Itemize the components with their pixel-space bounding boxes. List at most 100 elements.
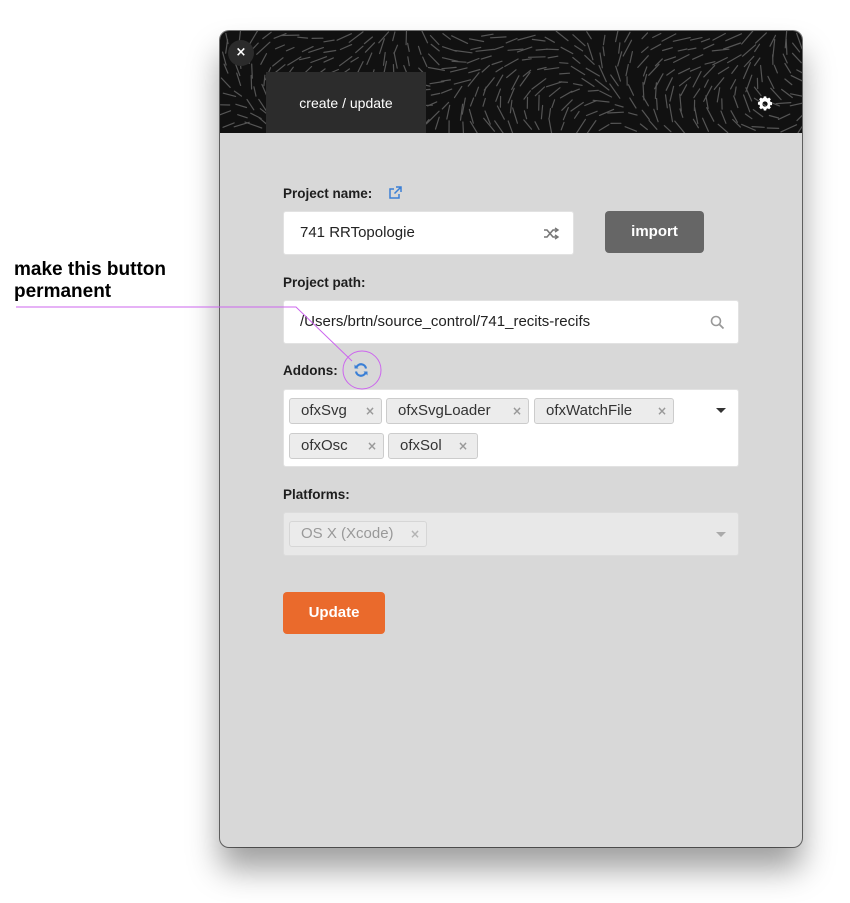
addon-tag: ofxSol × — [388, 433, 478, 459]
pattern-stroke — [260, 53, 268, 65]
pattern-stroke — [796, 114, 802, 122]
pattern-stroke — [653, 108, 659, 123]
pattern-stroke — [713, 77, 725, 91]
pattern-stroke — [624, 31, 631, 43]
addons-select[interactable]: ofxSvg × ofxSvgLoader × ofxWatchFile × ofxO… — [283, 389, 739, 467]
pattern-stroke — [592, 99, 610, 103]
pattern-stroke — [490, 36, 507, 39]
pattern-stroke — [453, 85, 463, 99]
pattern-stroke — [540, 104, 544, 120]
pattern-stroke — [407, 56, 410, 67]
tab-create-update[interactable]: create / update — [266, 72, 426, 133]
refresh-icon[interactable] — [353, 362, 369, 378]
pattern-stroke — [297, 36, 309, 39]
pattern-stroke — [555, 31, 569, 42]
pattern-stroke — [407, 42, 410, 52]
pattern-stroke — [338, 56, 353, 67]
platforms-label: Platforms: — [283, 487, 350, 502]
pattern-stroke — [475, 48, 495, 52]
pattern-stroke — [323, 49, 337, 53]
pattern-stroke — [451, 35, 469, 44]
addon-tag: ofxSvg × — [289, 398, 382, 424]
pattern-stroke — [723, 42, 742, 50]
project-path-label: Project path: — [283, 275, 366, 290]
pattern-stroke — [570, 88, 580, 93]
import-button[interactable]: import — [605, 211, 704, 253]
external-link-icon[interactable] — [388, 186, 402, 200]
search-icon[interactable] — [710, 315, 725, 330]
pattern-stroke — [689, 66, 701, 72]
remove-tag-icon[interactable]: × — [365, 399, 375, 423]
pattern-stroke — [669, 85, 675, 102]
pattern-stroke — [780, 124, 798, 133]
pattern-stroke — [446, 104, 451, 120]
pattern-stroke — [610, 74, 619, 87]
remove-tag-icon[interactable]: × — [367, 434, 377, 458]
gear-icon[interactable] — [756, 95, 774, 113]
pattern-stroke — [678, 76, 691, 87]
project-name-input[interactable]: 741 RRTopologie — [283, 211, 574, 255]
pattern-stroke — [548, 107, 552, 119]
pattern-stroke — [323, 57, 334, 63]
pattern-stroke — [507, 120, 514, 133]
pattern-stroke — [768, 114, 780, 119]
update-button[interactable]: Update — [283, 592, 385, 634]
pattern-stroke — [789, 102, 802, 107]
pattern-stroke — [248, 31, 259, 45]
pattern-stroke — [560, 46, 574, 55]
app-window: × create / update Project name: 741 RRTo… — [220, 31, 802, 847]
remove-tag-icon[interactable]: × — [458, 434, 468, 458]
pattern-stroke — [480, 55, 492, 60]
pattern-stroke — [585, 67, 600, 77]
pattern-stroke — [629, 51, 633, 64]
pattern-stroke — [440, 79, 451, 82]
pattern-stroke — [584, 100, 597, 107]
pattern-stroke — [308, 47, 325, 53]
pattern-stroke — [543, 67, 560, 71]
pattern-stroke — [559, 72, 571, 75]
pattern-stroke — [441, 57, 459, 62]
pattern-stroke — [628, 112, 638, 116]
pattern-stroke — [521, 58, 532, 61]
pattern-stroke — [429, 34, 440, 46]
pattern-stroke — [570, 101, 584, 112]
pattern-stroke — [442, 32, 451, 40]
pattern-stroke — [712, 32, 726, 41]
pattern-stroke — [734, 86, 737, 96]
project-path-input[interactable]: /Users/brtn/source_control/741_recits-re… — [283, 300, 739, 344]
pattern-stroke — [511, 75, 520, 91]
chevron-down-icon[interactable] — [716, 408, 726, 413]
pattern-stroke — [706, 107, 715, 122]
pattern-stroke — [222, 92, 237, 98]
pattern-stroke — [587, 89, 599, 92]
remove-tag-icon[interactable]: × — [512, 399, 522, 423]
pattern-stroke — [339, 44, 353, 51]
pattern-stroke — [677, 48, 688, 52]
shuffle-icon[interactable] — [543, 227, 560, 240]
pattern-stroke — [741, 123, 756, 131]
pattern-stroke — [797, 125, 802, 133]
pattern-stroke — [668, 103, 674, 123]
pattern-stroke — [777, 113, 791, 121]
pattern-stroke — [754, 32, 767, 44]
pattern-stroke — [662, 47, 673, 52]
pattern-stroke — [453, 79, 472, 85]
pattern-stroke — [336, 33, 352, 41]
pattern-stroke — [504, 58, 519, 68]
pattern-stroke — [544, 36, 555, 43]
pattern-stroke — [654, 82, 657, 100]
pattern-stroke — [741, 31, 754, 45]
pattern-stroke — [535, 48, 548, 51]
addon-tag: ofxWatchFile × — [534, 398, 674, 424]
pattern-stroke — [469, 120, 478, 133]
pattern-stroke — [725, 33, 743, 42]
pattern-stroke — [434, 116, 440, 130]
pattern-stroke — [559, 62, 569, 64]
close-button[interactable]: × — [228, 40, 254, 66]
pattern-stroke — [482, 97, 486, 107]
remove-tag-icon[interactable]: × — [657, 399, 667, 423]
pattern-stroke — [666, 69, 675, 76]
pattern-stroke — [643, 73, 648, 85]
pattern-stroke — [222, 122, 235, 128]
pattern-stroke — [481, 33, 494, 37]
